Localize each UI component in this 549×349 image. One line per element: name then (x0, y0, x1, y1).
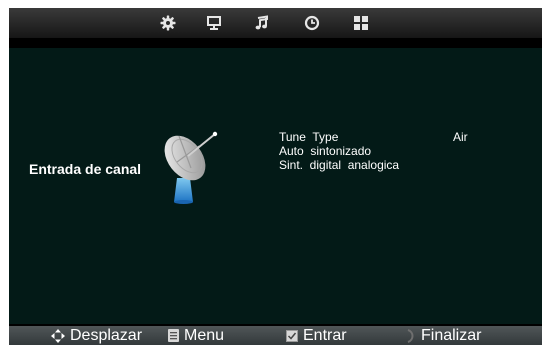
hint-enter-label: Entrar (303, 326, 347, 344)
hint-menu: Menu (168, 326, 224, 345)
key-hint-bar: Desplazar Menu Entrar Finalizar (9, 326, 542, 345)
enter-key-icon (286, 329, 298, 342)
tab-setup[interactable] (155, 11, 181, 35)
four-arrows-icon (51, 328, 65, 343)
tab-options[interactable] (348, 11, 374, 35)
section-title: Entrada de canal (29, 161, 142, 177)
category-tab-bar (9, 8, 542, 38)
channel-settings-panel: Entrada de canal Tune Type Air Auto sint… (9, 48, 542, 324)
tab-picture[interactable] (201, 11, 227, 35)
gear-icon (160, 15, 176, 31)
hint-enter: Entrar (286, 326, 347, 345)
satellite-dish-icon (164, 131, 218, 204)
hint-exit: Finalizar (406, 326, 481, 345)
exit-key-icon (407, 328, 414, 343)
menu-item-label: Sint. digital analogica (279, 158, 400, 172)
tab-time[interactable] (299, 11, 325, 35)
menu-item-auto-tuning[interactable]: Auto sintonizado (279, 144, 371, 158)
menu-item-tune-type[interactable]: Tune Type Air (279, 130, 468, 144)
hint-menu-label: Menu (184, 326, 225, 344)
hint-exit-label: Finalizar (421, 326, 482, 344)
menu-item-label: Auto sintonizado (279, 144, 372, 158)
tv-osd-screen: Entrada de canal Tune Type Air Auto sint… (9, 8, 542, 345)
music-note-icon (255, 15, 268, 30)
menu-item-digital-analog-tuning[interactable]: Sint. digital analogica (279, 158, 399, 172)
grid-icon (354, 16, 368, 30)
clock-icon (304, 15, 320, 31)
hint-navigate: Desplazar (51, 326, 142, 345)
menu-item-label: Tune Type (279, 130, 339, 144)
tune-type-value: Air (453, 130, 468, 144)
tab-sound[interactable] (248, 11, 274, 35)
monitor-icon (207, 16, 221, 30)
hint-navigate-label: Desplazar (70, 326, 143, 344)
menu-key-icon (168, 329, 179, 342)
